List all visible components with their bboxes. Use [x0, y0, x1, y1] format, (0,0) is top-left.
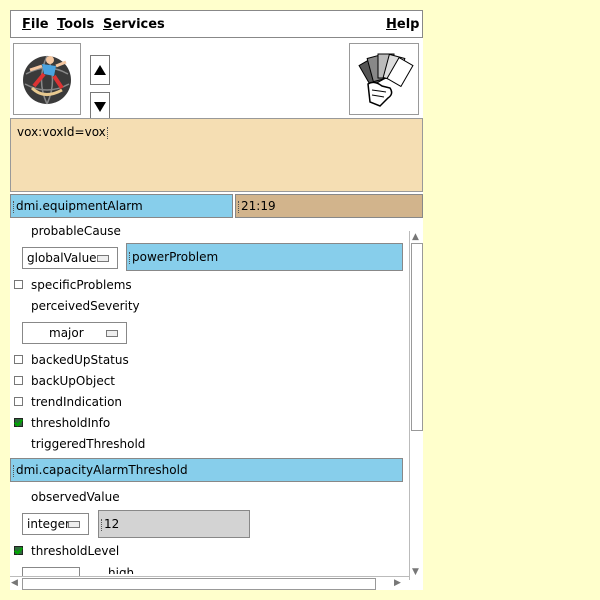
observed-value-label: observedValue — [31, 490, 120, 504]
alarm-title: dmi.equipmentAlarm — [16, 199, 143, 213]
threshold-info-label: thresholdInfo — [31, 416, 111, 430]
scroll-left-arrow-icon[interactable]: ◀ — [11, 578, 18, 588]
chevron-down-icon — [97, 255, 109, 262]
probable-cause-value: powerProblem — [132, 250, 219, 264]
observed-value: 12 — [104, 517, 120, 531]
triggered-threshold-label: triggeredThreshold — [31, 437, 146, 451]
alarm-title-field[interactable]: dmi.equipmentAlarm — [10, 194, 233, 218]
hand-cards-icon — [358, 53, 414, 107]
threshold-level-checkbox[interactable] — [14, 546, 23, 555]
threshold-title: dmi.capacityAlarmThreshold — [16, 463, 188, 477]
alarm-time: 21:19 — [241, 199, 276, 213]
command-area[interactable]: vox:voxId=vox — [10, 118, 423, 192]
backed-up-status-label: backedUpStatus — [31, 353, 129, 367]
hand-cards-button[interactable] — [349, 43, 419, 115]
observed-value-type-select[interactable]: integer — [22, 513, 89, 535]
text-cursor — [106, 126, 110, 139]
probable-cause-type-select[interactable]: globalValue — [22, 247, 118, 269]
threshold-info-checkbox[interactable] — [14, 418, 23, 427]
perceived-severity-label: perceivedSeverity — [31, 299, 140, 313]
menu-services[interactable]: Services — [103, 17, 165, 32]
menu-bar: File Tools Services Help — [10, 10, 423, 38]
horizontal-scrollbar[interactable]: ◀ ▶ — [10, 576, 409, 590]
specific-problems-label: specificProblems — [31, 278, 132, 292]
perceived-severity-value: major — [49, 326, 84, 340]
vertical-scrollbar[interactable]: ▲ ▼ — [409, 231, 423, 580]
command-text: vox:voxId=vox — [17, 125, 106, 139]
arrow-up-icon — [94, 65, 106, 75]
trend-indication-label: trendIndication — [31, 395, 123, 409]
back-up-object-checkbox[interactable] — [14, 376, 23, 385]
perceived-severity-select[interactable]: major — [22, 322, 127, 344]
globe-logo-button[interactable] — [13, 43, 81, 115]
toolbar — [10, 42, 423, 122]
probable-cause-type-value: globalValue — [27, 251, 97, 265]
menu-tools[interactable]: Tools — [57, 17, 94, 32]
observed-value-type-value: integer — [27, 517, 70, 531]
horizontal-scroll-thumb[interactable] — [22, 578, 376, 590]
scroll-up-button[interactable] — [90, 55, 110, 85]
vertical-scroll-thumb[interactable] — [411, 243, 423, 431]
alarm-time-field[interactable]: 21:19 — [235, 194, 423, 218]
scroll-right-arrow-icon[interactable]: ▶ — [394, 578, 401, 588]
menu-help[interactable]: Help — [386, 17, 419, 32]
app-window: File Tools Services Help vox:voxId=vox d… — [10, 10, 423, 590]
probable-cause-label: probableCause — [31, 224, 121, 238]
arrow-down-icon — [94, 102, 106, 112]
scroll-down-arrow-icon[interactable]: ▼ — [412, 567, 419, 577]
menu-file[interactable]: File — [22, 17, 49, 32]
threshold-title-field[interactable]: dmi.capacityAlarmThreshold — [10, 458, 403, 482]
threshold-level-partial-label: high — [108, 566, 135, 574]
backed-up-status-checkbox[interactable] — [14, 355, 23, 364]
specific-problems-checkbox[interactable] — [14, 280, 23, 289]
threshold-level-label: thresholdLevel — [31, 544, 120, 558]
scroll-up-arrow-icon[interactable]: ▲ — [412, 232, 419, 242]
back-up-object-label: backUpObject — [31, 374, 115, 388]
chevron-down-icon — [68, 521, 80, 528]
observed-value-field[interactable]: 12 — [98, 510, 250, 538]
trend-indication-checkbox[interactable] — [14, 397, 23, 406]
chevron-down-icon — [106, 330, 118, 337]
globe-logo-icon — [23, 55, 71, 105]
probable-cause-value-field[interactable]: powerProblem — [126, 243, 403, 271]
